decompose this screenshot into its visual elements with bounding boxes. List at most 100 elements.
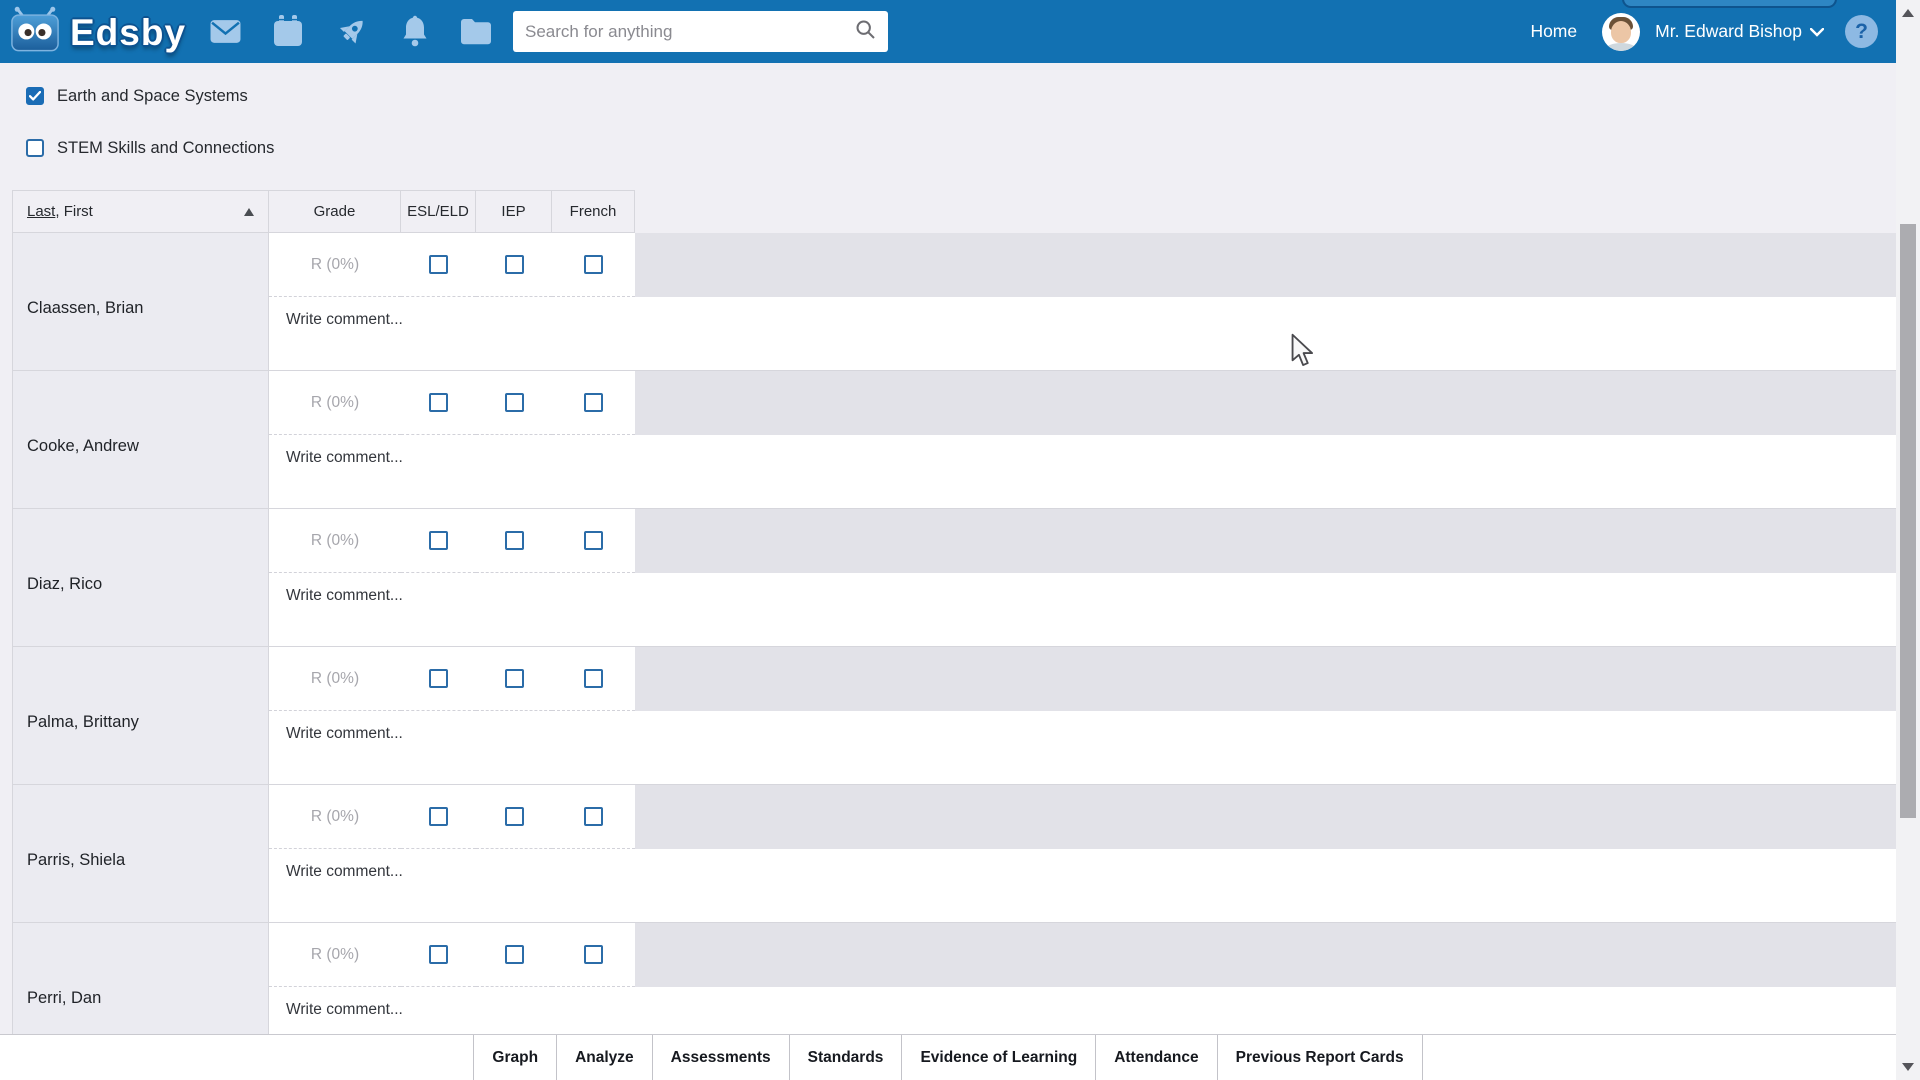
filter-stem-skills-and-connections[interactable]: STEM Skills and Connections [26,138,274,158]
avatar[interactable] [1602,12,1641,51]
table-header: Last, First Grade ESL/ELD IEP French [12,190,635,233]
filter-label: STEM Skills and Connections [57,138,275,157]
filter-earth-and-space-systems[interactable]: Earth and Space Systems [26,86,248,106]
grade-value[interactable]: R (0%) [269,785,401,849]
tab-group: Graph Analyze Assessments Standards Evidence… [473,1035,1423,1080]
avatar-shirt [1606,42,1637,51]
esl-checkbox[interactable] [429,945,448,964]
grade-value[interactable]: R (0%) [269,923,401,987]
vertical-scrollbar[interactable] [1896,0,1920,1080]
tab-assessments[interactable]: Assessments [651,1035,789,1080]
chevron-down-icon [1809,21,1825,42]
notifications-bell-icon[interactable] [399,14,431,48]
column-header-grade[interactable]: Grade [269,191,401,232]
french-checkbox[interactable] [584,945,603,964]
standards-strip [635,233,1896,297]
filter-checkbox[interactable] [26,139,44,157]
iep-checkbox[interactable] [504,393,524,412]
search-input[interactable] [525,21,855,42]
edsby-brand[interactable]: Edsby [10,6,186,58]
table-body: Claassen, Brian R (0%) Write comment... … [12,233,1896,1034]
students-table: Last, First Grade ESL/ELD IEP French Cla… [12,190,1896,1034]
report-card-page: Earth and Space Systems STEM Skills and … [0,63,1896,1034]
help-button[interactable]: ? [1845,15,1878,48]
column-header-iep[interactable]: IEP [476,191,552,232]
comment-input[interactable]: Write comment... [269,711,1896,784]
sort-ascending-icon [244,207,254,216]
tab-evidence-of-learning[interactable]: Evidence of Learning [901,1035,1095,1080]
french-checkbox[interactable] [584,393,603,412]
table-row: Parris, Shiela R (0%) Write comment... [13,785,1896,923]
user-menu[interactable]: Mr. Edward Bishop [1655,21,1825,42]
bottom-tab-bar: Graph Analyze Assessments Standards Evidence… [0,1034,1920,1080]
comment-input[interactable]: Write comment... [269,987,1896,1034]
esl-checkbox[interactable] [429,807,448,826]
mail-icon[interactable] [209,14,241,48]
comment-input[interactable]: Write comment... [269,849,1896,922]
french-checkbox[interactable] [584,669,603,688]
french-checkbox[interactable] [584,531,603,550]
search-box [513,11,888,52]
standards-strip [635,371,1896,435]
iep-checkbox[interactable] [504,531,524,550]
french-checkbox[interactable] [584,807,603,826]
french-checkbox[interactable] [584,255,603,274]
table-row: Claassen, Brian R (0%) Write comment... [13,233,1896,371]
esl-checkbox[interactable] [429,393,448,412]
filter-checkbox[interactable] [26,87,44,105]
standards-strip [635,509,1896,573]
student-name[interactable]: Diaz, Rico [13,509,269,646]
avatar-face [1611,20,1632,43]
scroll-up-arrow-icon[interactable] [1902,9,1914,17]
student-name[interactable]: Parris, Shiela [13,785,269,922]
student-name[interactable]: Palma, Brittany [13,647,269,784]
grade-value[interactable]: R (0%) [269,647,401,711]
tab-attendance[interactable]: Attendance [1095,1035,1216,1080]
iep-checkbox[interactable] [504,255,524,274]
tab-previous-report-cards[interactable]: Previous Report Cards [1216,1035,1423,1080]
student-name[interactable]: Claassen, Brian [13,233,269,370]
student-name[interactable]: Perri, Dan [13,923,269,1034]
iep-checkbox[interactable] [504,807,524,826]
comment-input[interactable]: Write comment... [269,573,1896,646]
column-header-esl[interactable]: ESL/ELD [401,191,476,232]
standards-strip [635,647,1896,711]
tab-analyze[interactable]: Analyze [556,1035,652,1080]
iep-checkbox[interactable] [504,669,524,688]
esl-checkbox[interactable] [429,255,448,274]
rocket-icon[interactable] [336,14,368,48]
standards-strip [635,785,1896,849]
help-label: ? [1855,19,1868,43]
edsby-robot-logo-icon[interactable] [10,6,60,58]
comment-input[interactable]: Write comment... [269,435,1896,508]
iep-checkbox[interactable] [504,945,524,964]
tab-standards[interactable]: Standards [788,1035,902,1080]
table-row: Perri, Dan R (0%) Write comment... [13,923,1896,1034]
top-navigation: Edsby Search for anything Home Mr. Edwar… [0,0,1920,63]
esl-checkbox[interactable] [429,531,448,550]
home-link[interactable]: Home [1530,21,1577,42]
tab-graph[interactable]: Graph [473,1035,556,1080]
column-header-name[interactable]: Last, First [13,191,269,232]
filter-label: Earth and Space Systems [57,86,248,105]
folder-icon[interactable] [460,14,492,48]
grade-value[interactable]: R (0%) [269,371,401,435]
name-header-rest: , First [55,203,93,220]
scroll-down-arrow-icon[interactable] [1902,1063,1914,1071]
table-row: Diaz, Rico R (0%) Write comment... [13,509,1896,647]
table-row: Palma, Brittany R (0%) Write comment... [13,647,1896,785]
table-row: Cooke, Andrew R (0%) Write comment... [13,371,1896,509]
esl-checkbox[interactable] [429,669,448,688]
grade-value[interactable]: R (0%) [269,509,401,573]
comment-input[interactable]: Write comment... [269,297,1896,370]
scrollbar-thumb[interactable] [1900,224,1916,818]
nav-right-group: Home Mr. Edward Bishop ? [1530,0,1878,63]
sort-field-label: Last [27,203,56,220]
search-icon[interactable] [855,19,876,45]
grade-value[interactable]: R (0%) [269,233,401,297]
student-name[interactable]: Cooke, Andrew [13,371,269,508]
brand-name: Edsby [70,11,187,53]
calendar-icon[interactable] [272,14,304,48]
standards-strip [635,923,1896,987]
column-header-french[interactable]: French [552,191,635,232]
